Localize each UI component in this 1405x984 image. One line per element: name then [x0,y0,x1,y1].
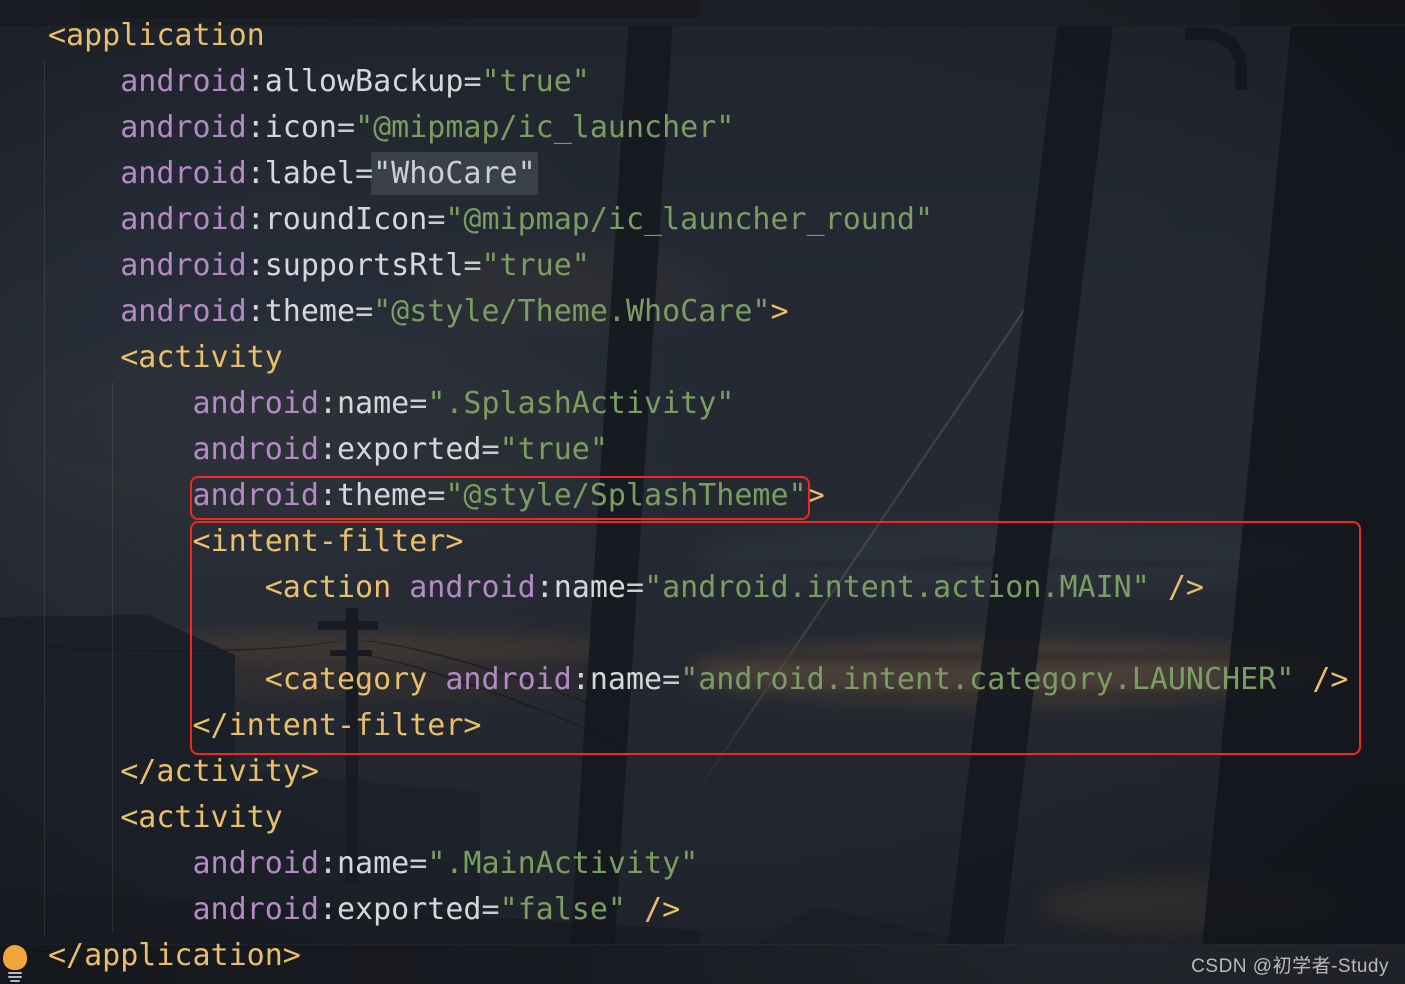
code-line[interactable]: android:exported="true" [48,427,1405,473]
code-token-ws [48,294,120,329]
code-token-eq: = [409,386,428,421]
lightbulb-base [10,980,20,982]
code-token-attr: :theme [246,294,356,329]
code-token-ns: android [120,248,247,283]
code-token-ns: android [120,110,247,145]
code-line[interactable]: android:roundIcon="@mipmap/ic_launcher_r… [48,197,1405,243]
code-token-str: "@style/Theme.WhoCare" [373,294,771,329]
code-token-ws [48,386,193,421]
code-token-ns: android [120,64,247,99]
code-token-ws [48,64,120,99]
code-token-ns: android [192,386,319,421]
code-token-ws [48,340,120,375]
code-token-eq: = [463,64,482,99]
lightbulb-glass [3,945,27,970]
code-token-attr: :allowBackup [246,64,464,99]
code-token-eq: = [355,294,374,329]
code-token-ws [48,846,193,881]
code-line[interactable]: android:label="WhoCare" [48,151,1405,197]
code-token-ns: android [192,432,319,467]
code-token-ws [48,524,193,559]
annotation-box-intent-filter [190,521,1361,755]
code-token-tag: </application> [48,938,301,973]
code-line[interactable]: android:supportsRtl="true" [48,243,1405,289]
code-token-ws [48,248,120,283]
lightbulb-base [8,976,22,978]
code-token-attr: :name [318,846,410,881]
code-token-ns: android [120,156,247,191]
code-token-attr: :icon [246,110,337,145]
code-line[interactable]: <activity [48,335,1405,381]
code-token-attr: :label [246,156,356,191]
code-token-tag: > [770,294,789,329]
code-token-tag: </activity> [120,754,319,789]
code-line[interactable]: <activity [48,795,1405,841]
code-token-ws [48,708,193,743]
code-token-hl: "WhoCare" [371,152,538,195]
code-token-attr: :roundIcon [246,202,428,237]
watermark: CSDN @初学者-Study [1191,956,1389,977]
code-line[interactable]: <application [48,13,1405,59]
lightbulb-base [8,972,22,974]
code-token-ns: android [192,846,319,881]
code-token-str: ".MainActivity" [427,846,699,881]
code-token-eq: = [427,202,446,237]
code-token-ns: android [192,892,319,927]
code-token-ws [48,156,120,191]
code-token-tag: <application [48,18,265,53]
code-token-ws [626,892,644,927]
annotation-box-splash-theme [190,476,810,520]
code-token-eq: = [409,846,428,881]
code-token-str: "true" [499,432,608,467]
code-line[interactable]: android:icon="@mipmap/ic_launcher" [48,105,1405,151]
code-line[interactable]: android:theme="@style/Theme.WhoCare"> [48,289,1405,335]
code-token-tag: /> [644,892,681,927]
code-token-ws [48,754,120,789]
code-token-str: ".SplashActivity" [427,386,735,421]
intention-lightbulb-icon[interactable] [2,945,28,983]
code-token-attr: :name [318,386,410,421]
code-token-eq: = [463,248,482,283]
code-token-str: "false" [499,892,626,927]
code-token-attr: :supportsRtl [246,248,464,283]
code-token-ws [48,202,120,237]
code-token-ns: android [120,202,247,237]
code-token-ws [48,478,193,513]
code-line[interactable]: android:name=".MainActivity" [48,841,1405,887]
code-token-eq: = [481,892,500,927]
code-token-tag: <activity [120,800,283,835]
code-token-ws [48,892,193,927]
code-token-ws [48,800,120,835]
code-token-eq: = [337,110,356,145]
code-line[interactable]: </activity> [48,749,1405,795]
code-line[interactable]: android:exported="false" /> [48,887,1405,933]
code-token-ws [48,110,120,145]
code-token-str: "true" [481,64,590,99]
code-token-attr: :exported [318,892,482,927]
code-line[interactable]: android:allowBackup="true" [48,59,1405,105]
code-token-attr: :exported [318,432,482,467]
code-line[interactable]: android:name=".SplashActivity" [48,381,1405,427]
code-token-str: "true" [481,248,590,283]
code-token-ns: android [120,294,247,329]
code-token-str: "@mipmap/ic_launcher" [355,110,735,145]
code-token-tag: <activity [120,340,283,375]
code-token-str: "@mipmap/ic_launcher_round" [445,202,934,237]
code-token-eq: = [481,432,500,467]
code-token-ws [48,432,193,467]
